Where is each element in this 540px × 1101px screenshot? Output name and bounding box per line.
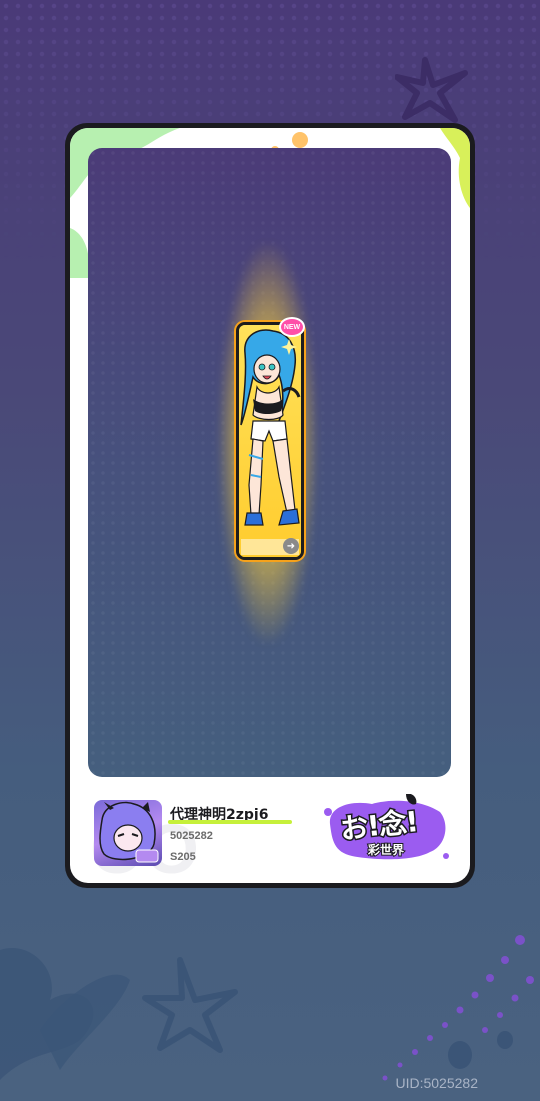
uid-label: UID:5025282: [395, 1075, 478, 1091]
avatar[interactable]: [94, 800, 162, 866]
player-info-footer: 代理神明2zpj6 5025282 S205 お!念! 彩世界: [70, 780, 470, 883]
season-label: S205: [170, 851, 196, 863]
character-card-frame: OO: [65, 123, 475, 888]
character-card[interactable]: ➜: [236, 322, 304, 560]
background-splat: [0, 935, 534, 1081]
star-icon: [395, 57, 468, 123]
card-inner: OO: [70, 128, 470, 883]
new-badge-icon: NEW: [279, 317, 305, 337]
card-showcase-area: ➜ NEW: [88, 148, 451, 777]
logo-subtitle: 彩世界: [367, 842, 405, 858]
avatar-illustration: [99, 801, 159, 863]
swap-arrow-icon[interactable]: ➜: [283, 538, 299, 554]
character-illustration: [239, 325, 301, 557]
name-underline: [168, 820, 292, 824]
player-id: 5025282: [170, 830, 213, 842]
game-logo: お!念! 彩世界: [322, 794, 452, 866]
